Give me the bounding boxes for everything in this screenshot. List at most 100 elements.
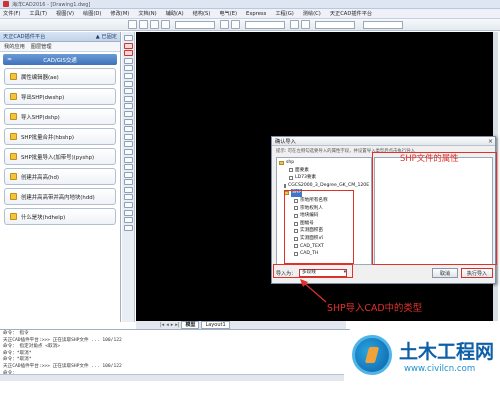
draw-tool-icon[interactable]	[123, 164, 133, 171]
toolbar	[0, 19, 500, 31]
checkbox[interactable]	[289, 175, 293, 180]
checkbox[interactable]	[284, 183, 286, 188]
menu-item-10[interactable]: 工程(G)	[275, 10, 293, 17]
command-icon	[10, 73, 17, 80]
command-icon	[10, 133, 17, 140]
tab-layout1[interactable]: Layout1	[201, 321, 230, 329]
import-type-annotation: SHP导入CAD中的类型	[327, 303, 423, 314]
menu-item-7[interactable]: 结构(S)	[193, 10, 211, 17]
menu-item-9[interactable]: Express	[246, 11, 266, 17]
draw-tool-icon[interactable]	[123, 72, 133, 79]
draw-tool-icon[interactable]	[123, 141, 133, 148]
tree-item[interactable]: CGCS2000_3_Degree_GK_CM_120E	[279, 182, 369, 190]
draw-tool-icon[interactable]	[123, 80, 133, 87]
command-label: SHP批量合并(hbshp)	[21, 134, 74, 141]
panel-pin-button[interactable]: ▲ 已固定	[96, 33, 117, 40]
tab-next-icon[interactable]: ▸	[171, 322, 174, 328]
style-select[interactable]	[245, 20, 285, 29]
draw-tool-icon[interactable]	[123, 186, 133, 193]
menu-item-1[interactable]: 工具(T)	[29, 10, 47, 17]
draw-tool-icon[interactable]	[123, 209, 133, 216]
draw-tool-icon[interactable]	[123, 156, 133, 163]
color-select[interactable]	[315, 20, 355, 29]
open-file-icon[interactable]	[139, 20, 148, 29]
layer-select[interactable]	[175, 20, 215, 29]
command-item[interactable]: 创建并高高带并高内地块(hdd)	[4, 188, 116, 205]
tab-model[interactable]: 模型	[181, 321, 200, 329]
command-history-line: 命令： 指定对角点 <取消>	[3, 344, 61, 350]
close-icon[interactable]: ×	[488, 138, 493, 145]
command-icon	[10, 153, 17, 160]
draw-tool-icon[interactable]	[123, 224, 133, 231]
draw-tool-icon[interactable]	[123, 126, 133, 133]
draw-tool-icon[interactable]	[123, 57, 133, 64]
tab-first-icon[interactable]: |◂	[160, 322, 164, 328]
draw-tool-icon[interactable]	[123, 65, 133, 72]
draw-tool-icon[interactable]	[123, 133, 133, 140]
draw-tool-icon[interactable]	[123, 179, 133, 186]
watermark-logo: 土木工程网 www.civilcn.com	[344, 331, 499, 405]
tree-item[interactable]: 面要素	[279, 167, 369, 175]
tree-item[interactable]: shp	[279, 159, 369, 167]
save-icon[interactable]	[150, 20, 159, 29]
draw-tool-icon[interactable]	[123, 42, 133, 49]
tree-item-label: CGCS2000_3_Degree_GK_CM_120E	[288, 182, 370, 188]
group-header[interactable]: ≈ CAD/GIS交通	[3, 54, 117, 65]
menu-item-11[interactable]: 测绘(C)	[303, 10, 321, 17]
dialog-title: 确认导入	[272, 137, 495, 146]
command-window[interactable]: 命令： 指令 天正CAD插件平台:>>> 正在读取SHP文件 ... 100/12…	[0, 329, 350, 376]
undo-icon[interactable]	[220, 20, 229, 29]
menu-item-2[interactable]: 视图(V)	[56, 10, 74, 17]
draw-tool-icon[interactable]	[123, 202, 133, 209]
draw-tool-icon[interactable]	[123, 88, 133, 95]
draw-tool-icon[interactable]	[123, 103, 133, 110]
menu-item-6[interactable]: 辅助(A)	[166, 10, 184, 17]
menu-item-5[interactable]: 文档(N)	[138, 10, 156, 17]
pan-icon[interactable]	[290, 20, 299, 29]
command-item[interactable]: 属性编辑器(ae)	[4, 68, 116, 85]
draw-tool-icon[interactable]	[123, 217, 133, 224]
redo-icon[interactable]	[231, 20, 240, 29]
draw-tool-icon[interactable]	[123, 110, 133, 117]
command-label: SHP批量导入(加带号)(pyshp)	[21, 154, 95, 161]
checkbox[interactable]	[289, 168, 293, 173]
cancel-button[interactable]: 取消	[432, 268, 458, 278]
menu-item-3[interactable]: 绘图(D)	[83, 10, 101, 17]
tab-last-icon[interactable]: ▸|	[175, 322, 179, 328]
draw-tool-icon[interactable]	[123, 50, 133, 57]
command-item[interactable]: 创建并高高(hd)	[4, 168, 116, 185]
command-item[interactable]: 导入SHP(dshp)	[4, 108, 116, 125]
command-item[interactable]: SHP批量导入(加带号)(pyshp)	[4, 148, 116, 165]
status-bar	[0, 374, 350, 381]
draw-tool-icon[interactable]	[123, 171, 133, 178]
tab-prev-icon[interactable]: ◂	[166, 322, 169, 328]
draw-tool-icon[interactable]	[123, 194, 133, 201]
tab-my-apps[interactable]: 我的应用	[4, 43, 25, 50]
draw-tool-icon[interactable]	[123, 118, 133, 125]
panel-tabs: 我的应用 图层管理	[0, 42, 120, 52]
new-file-icon[interactable]	[128, 20, 137, 29]
linetype-select[interactable]	[363, 20, 403, 29]
window-title: 海洋CAD2016 - [Drawing1.dwg]	[12, 1, 91, 8]
expand-icon: ≈	[7, 56, 13, 63]
menu-item-0[interactable]: 文件(F)	[3, 10, 20, 17]
command-label: 属性编辑器(ae)	[21, 74, 59, 81]
command-label: 什么是块(hdhelp)	[21, 214, 66, 221]
draw-tool-icon[interactable]	[123, 35, 133, 41]
print-icon[interactable]	[161, 20, 170, 29]
command-label: 创建并高高(hd)	[21, 174, 59, 181]
menu-item-12[interactable]: 天正CAD插件平台	[330, 10, 372, 17]
menu-item-8[interactable]: 电气(E)	[219, 10, 237, 17]
draw-tool-icon[interactable]	[123, 148, 133, 155]
tab-layer-manager[interactable]: 图层管理	[31, 43, 52, 50]
execute-import-button[interactable]: 执行导入	[461, 268, 493, 278]
zoom-icon[interactable]	[301, 20, 310, 29]
command-item[interactable]: 导出SHP(dwshp)	[4, 88, 116, 105]
draw-tool-icon[interactable]	[123, 95, 133, 102]
command-item[interactable]: SHP批量合并(hbshp)	[4, 128, 116, 145]
tree-item-label: LD73要素	[295, 175, 317, 181]
command-item[interactable]: 什么是块(hdhelp)	[4, 208, 116, 225]
menu-item-4[interactable]: 修改(M)	[110, 10, 129, 17]
command-icon	[10, 113, 17, 120]
tree-item[interactable]: LD73要素	[279, 174, 369, 182]
